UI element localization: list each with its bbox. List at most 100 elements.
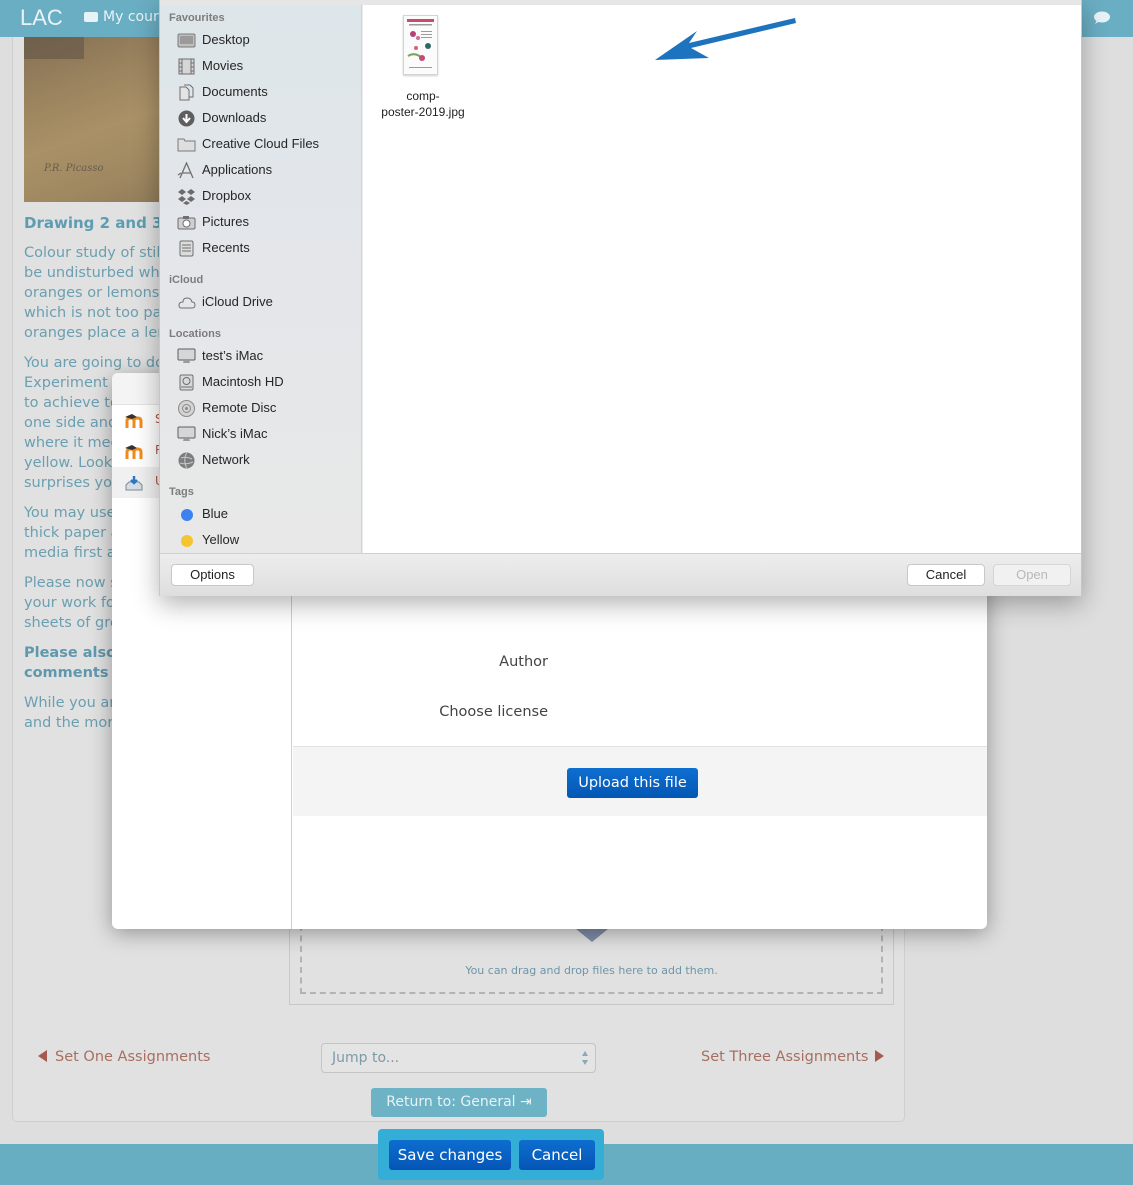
sidebar-item-nicks-imac[interactable]: Nick’s iMac xyxy=(177,424,357,446)
upload-icon xyxy=(125,476,143,491)
speech-bubble-icon[interactable] xyxy=(1092,11,1110,25)
moodle-icon xyxy=(125,445,143,459)
sidebar-label: iCloud Drive xyxy=(202,294,273,309)
camera-icon xyxy=(177,216,196,230)
imac-icon xyxy=(177,348,196,363)
paragraph: Please now s your work fo sheets of gre xyxy=(24,575,119,631)
image-file-thumbnail xyxy=(403,15,438,75)
moodle-icon xyxy=(125,414,143,428)
sidebar-label: Blue xyxy=(202,506,229,521)
network-globe-icon xyxy=(178,452,195,469)
film-icon xyxy=(178,58,195,75)
sidebar-item-tests-imac[interactable]: test’s iMac xyxy=(177,346,357,368)
finder-sidebar: Favourites Desktop Movies Documents Down… xyxy=(160,5,362,553)
sidebar-item-icloud-drive[interactable]: iCloud Drive xyxy=(177,292,357,314)
file-browser-area: comp- poster-2019.jpg xyxy=(363,5,1081,553)
sidebar-label: Remote Disc xyxy=(202,400,277,415)
license-label: Choose license xyxy=(439,704,548,720)
dropzone-arrow-icon xyxy=(576,929,608,942)
sidebar-item-creative-cloud[interactable]: Creative Cloud Files xyxy=(177,134,357,156)
upload-footer: Upload this file xyxy=(293,746,987,816)
sidebar-item-network[interactable]: Network xyxy=(177,450,357,472)
sidebar-item-desktop[interactable]: Desktop xyxy=(177,30,357,52)
sidebar-section-favourites: Favourites xyxy=(169,12,225,24)
sidebar-label: Nick’s iMac xyxy=(202,426,268,441)
paragraph: Colour study of still be undisturbed whi… xyxy=(24,245,172,341)
dialog-cancel-button[interactable]: Cancel xyxy=(907,564,985,586)
select-arrows-icon xyxy=(582,1051,588,1065)
macos-open-dialog: Favourites Desktop Movies Documents Down… xyxy=(159,0,1082,596)
desktop-icon xyxy=(177,33,196,48)
briefcase-icon xyxy=(84,12,98,22)
sidebar-label: Macintosh HD xyxy=(202,374,284,389)
author-label: Author xyxy=(499,654,548,670)
sidebar-label: Recents xyxy=(202,240,250,255)
sidebar-item-tag-blue[interactable]: Blue xyxy=(177,504,357,526)
sidebar-item-downloads[interactable]: Downloads xyxy=(177,108,357,130)
sidebar-label: Desktop xyxy=(202,32,250,47)
sidebar-label: Documents xyxy=(202,84,268,99)
recents-icon xyxy=(179,240,194,257)
sidebar-item-remote-disc[interactable]: Remote Disc xyxy=(177,398,357,420)
artwork-image: P.R. Picasso xyxy=(24,37,174,202)
sidebar-item-applications[interactable]: Applications xyxy=(177,160,357,182)
sidebar-item-dropbox[interactable]: Dropbox xyxy=(177,186,357,208)
cloud-icon xyxy=(178,297,196,309)
section-title: Drawing 2 and 3 xyxy=(24,214,163,232)
sidebar-label: Movies xyxy=(202,58,244,73)
sidebar-item-recents[interactable]: Recents xyxy=(177,238,357,260)
sidebar-label: Yellow xyxy=(202,532,240,547)
return-label: Return to: General xyxy=(386,1094,516,1110)
sidebar-label: Creative Cloud Files xyxy=(202,136,320,151)
sidebar-item-documents[interactable]: Documents xyxy=(177,82,357,104)
prev-section-link[interactable]: Set One Assignments xyxy=(38,1049,210,1065)
disc-icon xyxy=(178,400,195,417)
sidebar-section-locations: Locations xyxy=(169,328,221,340)
triangle-right-icon xyxy=(874,1050,884,1062)
cancel-button[interactable]: Cancel xyxy=(519,1140,595,1170)
sidebar-item-movies[interactable]: Movies xyxy=(177,56,357,78)
sidebar-label: Downloads xyxy=(202,110,267,125)
sidebar-item-macintosh-hd[interactable]: Macintosh HD xyxy=(177,372,357,394)
artwork-signature: P.R. Picasso xyxy=(44,163,104,174)
sidebar-item-tag-yellow[interactable]: Yellow xyxy=(177,530,357,552)
open-button[interactable]: Open xyxy=(993,564,1071,586)
next-section-link[interactable]: Set Three Assignments xyxy=(701,1049,884,1065)
paragraph: While you ar and the mor xyxy=(24,695,116,731)
sidebar-label: Pictures xyxy=(202,214,249,229)
poster-preview-icon xyxy=(407,19,434,68)
jump-to-select[interactable]: Jump to... xyxy=(321,1043,596,1073)
tag-dot-icon xyxy=(181,535,193,547)
dialog-button-bar: Options Cancel Open xyxy=(160,553,1081,596)
sidebar-item-pictures[interactable]: Pictures xyxy=(177,212,357,234)
return-to-general-button[interactable]: Return to: General ⇥ xyxy=(371,1088,547,1117)
file-name: comp- poster-2019.jpg xyxy=(381,89,465,119)
dropbox-icon xyxy=(178,189,195,205)
tag-dot-icon xyxy=(181,509,193,521)
folder-icon xyxy=(177,138,196,152)
my-courses-menu[interactable]: My cour xyxy=(84,9,159,25)
annotation-arrow-icon xyxy=(655,18,796,60)
artwork-detail xyxy=(24,37,84,59)
sidebar-label: test’s iMac xyxy=(202,348,264,363)
applications-icon xyxy=(177,162,194,179)
save-changes-button[interactable]: Save changes xyxy=(389,1140,511,1170)
my-courses-label: My cour xyxy=(103,9,159,25)
upload-this-file-button[interactable]: Upload this file xyxy=(567,768,698,798)
prev-section-label: Set One Assignments xyxy=(55,1049,211,1065)
sidebar-label: Network xyxy=(202,452,250,467)
imac-icon xyxy=(177,426,196,441)
hard-drive-icon xyxy=(179,374,194,391)
sidebar-section-icloud: iCloud xyxy=(169,274,204,286)
paragraph-bold: Please also comments xyxy=(24,645,117,681)
site-brand[interactable]: LAC xyxy=(20,5,63,31)
sidebar-label: Applications xyxy=(202,162,273,177)
documents-icon xyxy=(179,84,194,101)
sign-in-icon: ⇥ xyxy=(520,1094,532,1110)
triangle-left-icon xyxy=(38,1050,47,1062)
sidebar-label: Dropbox xyxy=(202,188,252,203)
next-section-label: Set Three Assignments xyxy=(701,1049,869,1065)
download-icon xyxy=(178,110,195,127)
paragraph: You may use thick paper a media first a xyxy=(24,505,120,561)
options-button[interactable]: Options xyxy=(171,564,254,586)
